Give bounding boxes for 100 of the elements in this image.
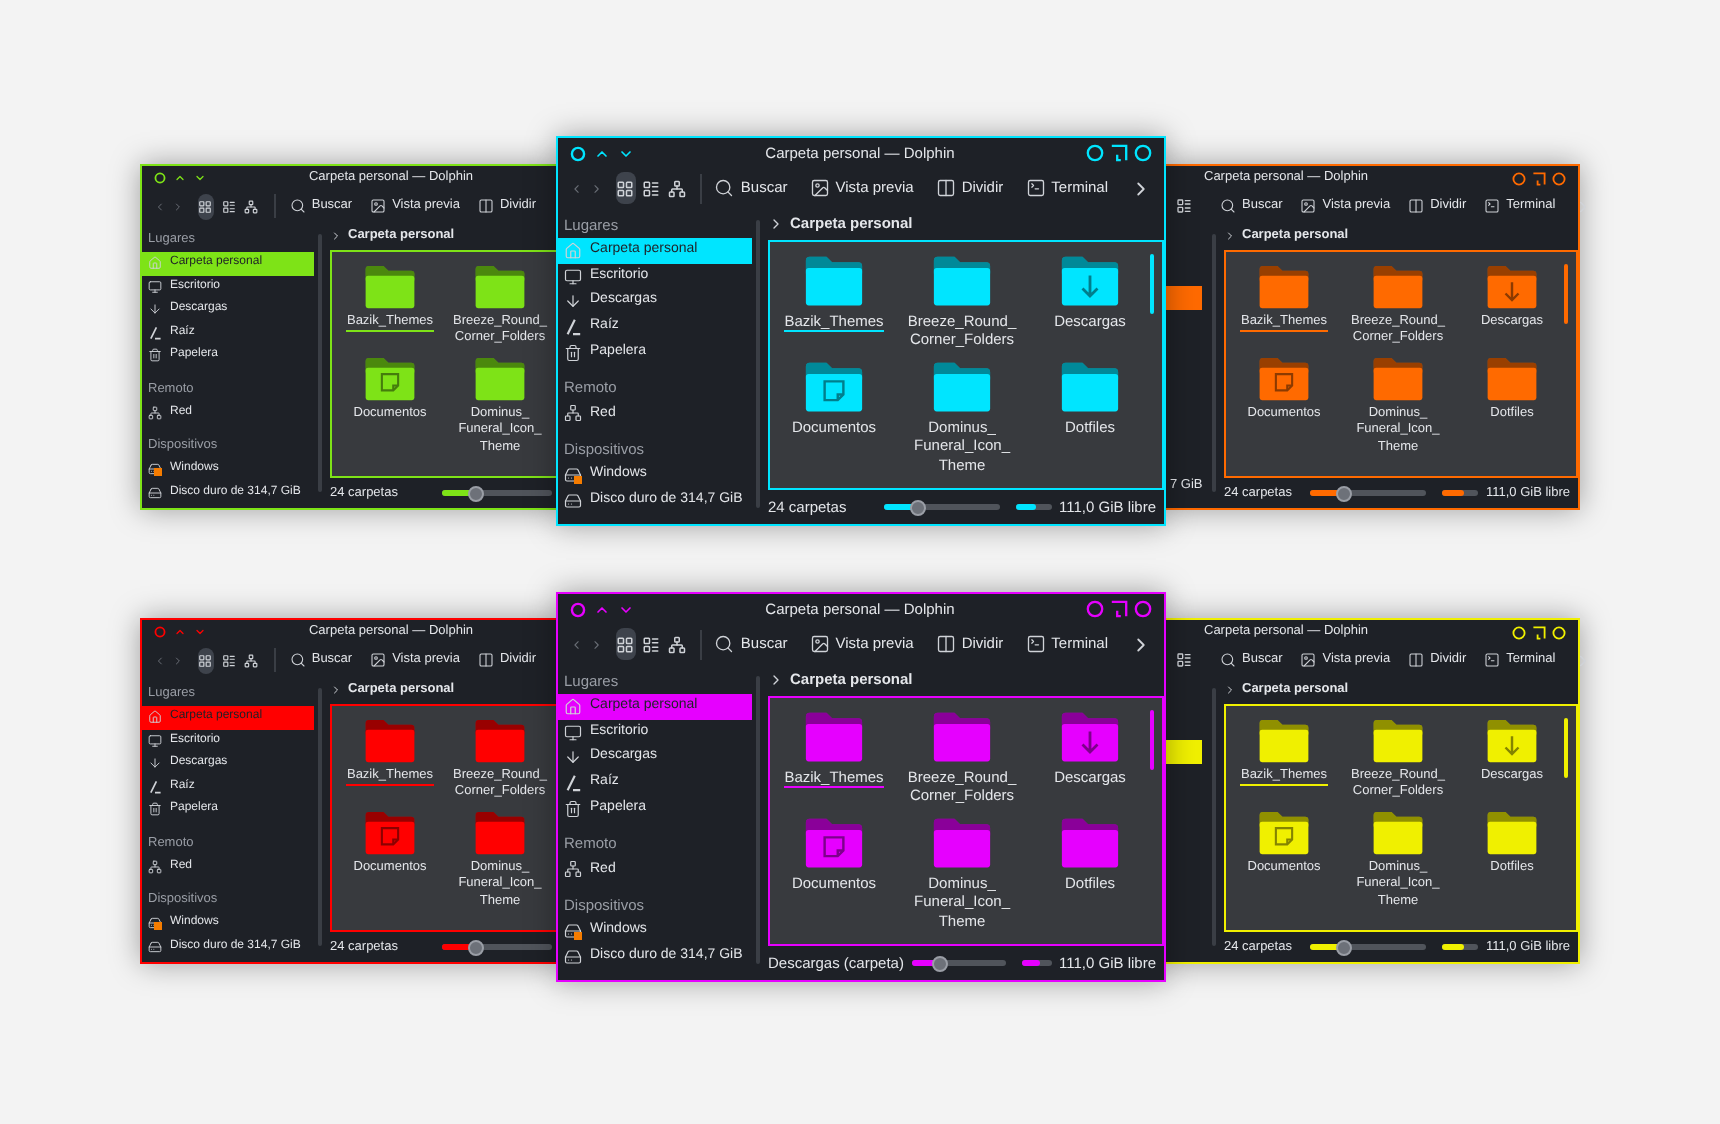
desktop-icon — [148, 279, 162, 294]
image-icon — [370, 652, 387, 668]
folder-icon — [1486, 356, 1538, 403]
view-mode-icon[interactable] — [1176, 652, 1192, 668]
trash-icon — [564, 799, 582, 818]
maximize-button[interactable] — [1532, 171, 1546, 185]
folder-icon — [932, 254, 992, 308]
split-icon — [1408, 652, 1425, 668]
desktop-icon — [564, 267, 582, 286]
documents-folder-icon — [804, 359, 864, 414]
folder-icon — [804, 710, 864, 764]
home-icon — [564, 241, 582, 260]
zoom-slider[interactable] — [442, 485, 552, 501]
close-button[interactable] — [1134, 144, 1152, 162]
folder-icon — [1372, 718, 1424, 764]
downloads-folder-icon — [1486, 264, 1538, 310]
search-icon — [714, 178, 735, 198]
download-icon — [148, 302, 162, 317]
split-icon — [1408, 198, 1425, 214]
drive-icon — [564, 921, 582, 940]
free-space-bar — [1441, 944, 1478, 950]
folder-icon — [1258, 718, 1310, 764]
network-icon — [564, 860, 582, 879]
image-icon — [370, 198, 387, 214]
trash-icon — [148, 348, 162, 363]
folder-icon — [1060, 815, 1120, 870]
search-icon — [289, 652, 306, 668]
keep-above-button[interactable] — [594, 145, 610, 161]
image-icon — [809, 634, 830, 654]
breadcrumb-separator-icon — [768, 672, 784, 688]
free-space-bar — [1021, 960, 1051, 966]
search-icon — [1220, 198, 1236, 214]
view-mode-icon[interactable] — [1176, 198, 1192, 214]
keep-above-button[interactable] — [594, 601, 610, 617]
downloads-folder-icon — [1486, 718, 1538, 764]
documents-folder-icon — [804, 815, 864, 870]
zoom-slider[interactable] — [1309, 939, 1426, 955]
breadcrumb-separator-icon — [768, 216, 784, 232]
home-icon — [148, 710, 162, 725]
terminal-icon — [1025, 634, 1046, 654]
folder-icon — [932, 710, 992, 764]
image-icon — [1300, 198, 1317, 214]
trash-icon — [148, 802, 162, 817]
download-icon — [148, 756, 162, 771]
documents-folder-icon — [364, 810, 416, 857]
desktop-icon — [564, 723, 582, 742]
view-mode-button[interactable] — [197, 193, 215, 219]
app-menu-button[interactable] — [570, 601, 586, 617]
zoom-slider[interactable] — [883, 499, 999, 515]
slash-icon — [148, 779, 162, 794]
desktop-icon — [148, 733, 162, 748]
keep-below-button[interactable] — [618, 601, 634, 617]
breadcrumb-separator-icon — [1224, 230, 1236, 242]
view-mode-button[interactable] — [197, 647, 215, 673]
home-icon — [564, 697, 582, 716]
split-icon — [477, 198, 494, 214]
folder-icon — [932, 359, 992, 414]
drive-icon — [148, 916, 162, 931]
folder-icon — [474, 264, 526, 310]
folder-icon — [1060, 359, 1120, 414]
zoom-slider[interactable] — [442, 939, 552, 955]
download-icon — [564, 748, 582, 767]
breadcrumb-separator-icon — [1224, 684, 1236, 696]
slash-icon — [564, 773, 582, 792]
network-icon — [564, 404, 582, 423]
folder-icon — [1258, 264, 1310, 310]
app-menu-button[interactable] — [154, 172, 166, 184]
keep-below-button[interactable] — [618, 145, 634, 161]
downloads-folder-icon — [1060, 254, 1120, 308]
minimize-button[interactable] — [1512, 171, 1526, 185]
breadcrumb-separator-icon — [330, 230, 342, 242]
free-space-bar — [1015, 504, 1051, 510]
folder-icon — [474, 718, 526, 764]
image-icon — [1300, 652, 1317, 668]
view-mode-button[interactable] — [616, 172, 636, 204]
image-icon — [809, 178, 830, 198]
split-icon — [935, 178, 956, 198]
folder-icon — [1486, 810, 1538, 857]
maximize-button[interactable] — [1110, 144, 1128, 162]
folder-icon — [804, 254, 864, 308]
download-icon — [564, 292, 582, 311]
search-icon — [289, 198, 306, 214]
terminal-icon — [1484, 198, 1501, 214]
zoom-slider[interactable] — [911, 955, 1006, 971]
breadcrumb-separator-icon — [330, 684, 342, 696]
split-icon — [477, 652, 494, 668]
home-icon — [148, 256, 162, 271]
downloads-folder-icon — [1060, 710, 1120, 764]
slash-icon — [564, 317, 582, 336]
documents-folder-icon — [1258, 356, 1310, 403]
view-mode-button[interactable] — [616, 628, 636, 660]
trash-icon — [564, 343, 582, 362]
minimize-button[interactable] — [1086, 144, 1104, 162]
zoom-slider[interactable] — [1309, 485, 1426, 501]
slash-icon — [148, 325, 162, 340]
close-button[interactable] — [1552, 171, 1566, 185]
keep-above-button[interactable] — [174, 172, 186, 184]
keep-below-button[interactable] — [194, 172, 206, 184]
network-icon — [148, 405, 162, 420]
drive-icon — [148, 462, 162, 477]
